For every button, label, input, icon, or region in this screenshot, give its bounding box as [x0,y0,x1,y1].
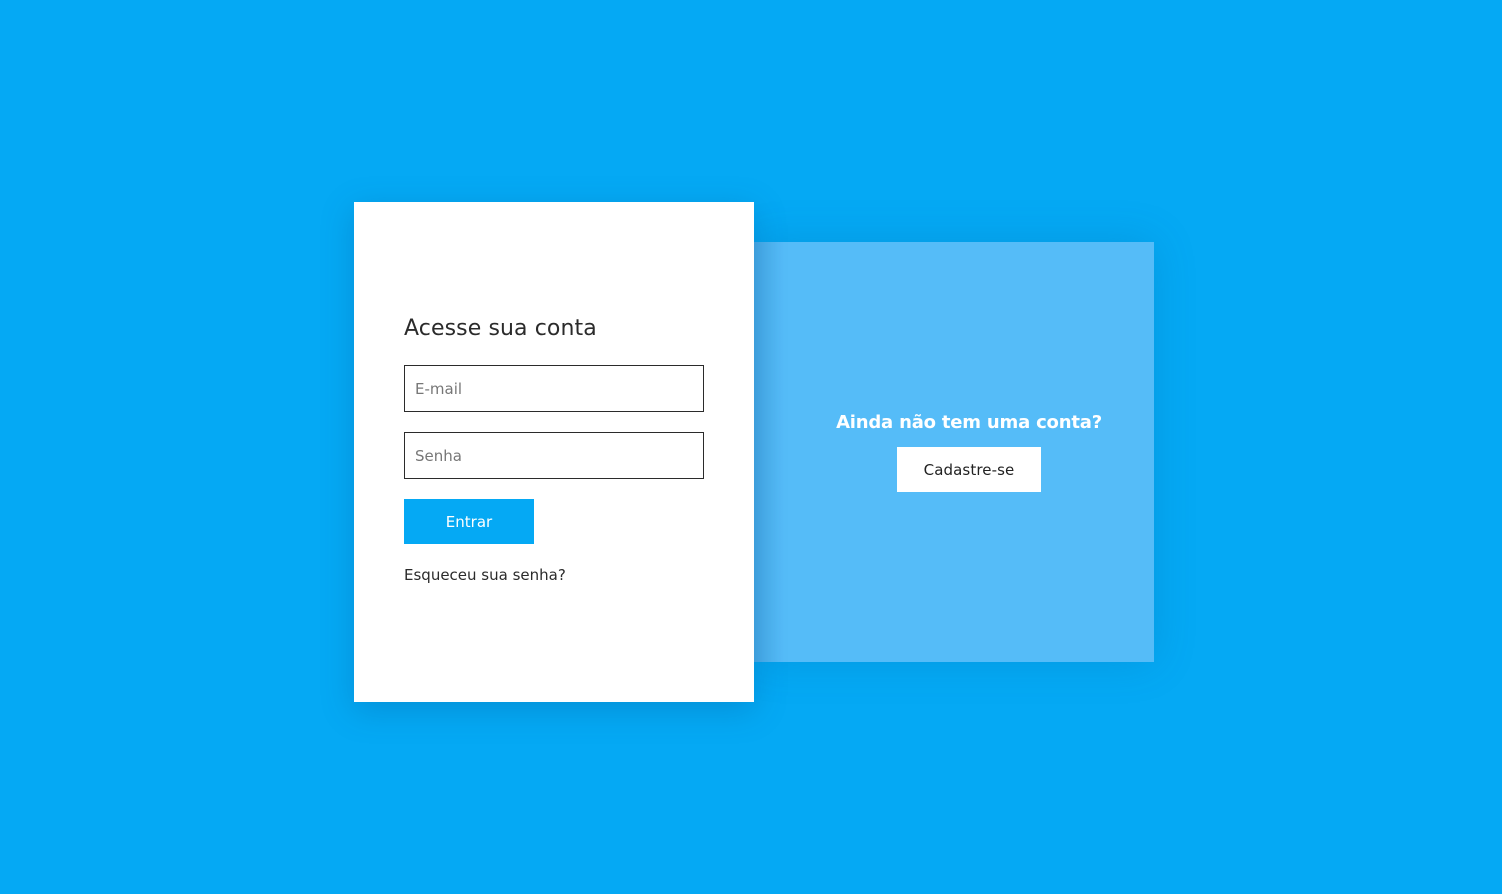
email-input[interactable] [404,365,704,412]
signup-question: Ainda não tem uma conta? [836,412,1102,433]
login-title: Acesse sua conta [404,316,597,341]
login-button[interactable]: Entrar [404,499,534,544]
signup-button[interactable]: Cadastre-se [897,447,1041,492]
signup-content: Ainda não tem uma conta? Cadastre-se [784,242,1154,662]
forgot-password-link[interactable]: Esqueceu sua senha? [404,566,566,584]
password-input[interactable] [404,432,704,479]
login-card: Acesse sua conta Entrar Esqueceu sua sen… [354,202,754,702]
signup-panel: Ainda não tem uma conta? Cadastre-se [754,242,1154,662]
login-form: Entrar [404,365,704,544]
page: Ainda não tem uma conta? Cadastre-se Ace… [0,0,1502,894]
